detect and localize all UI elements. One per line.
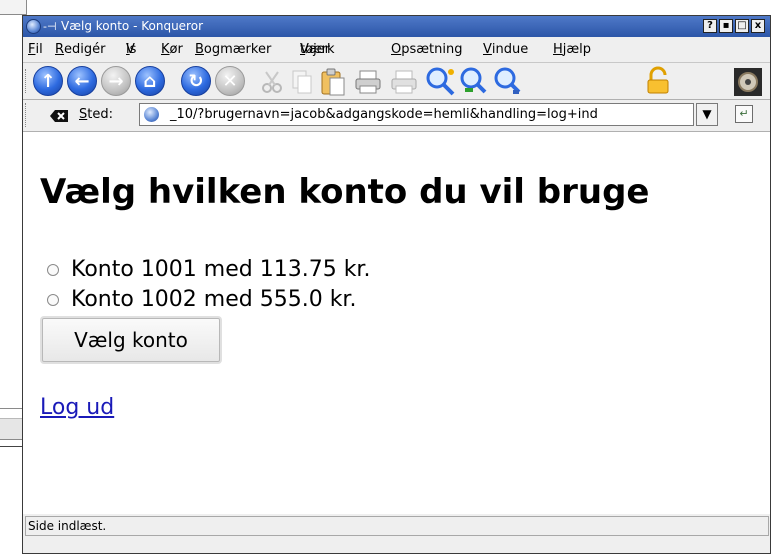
page-content: Vælg hvilken konto du vil bruge Konto 10…: [23, 132, 770, 514]
zoom-out-icon[interactable]: [459, 66, 491, 98]
paste-icon[interactable]: [319, 67, 347, 97]
window-title: Vælg konto - Konqueror: [61, 19, 204, 33]
account-option-label: Konto 1001 med 113.75 kr.: [71, 257, 371, 282]
sticky-pin-icon[interactable]: -⊣: [43, 16, 57, 37]
menu-rediger[interactable]: Redigér: [55, 38, 106, 62]
menu-vaerktojer[interactable]: Værk t øjer: [300, 38, 335, 62]
print-frame-icon[interactable]: [389, 68, 419, 96]
url-history-dropdown[interactable]: ▼: [696, 103, 718, 126]
radio-account-1002[interactable]: [47, 294, 59, 306]
security-icon[interactable]: [643, 66, 673, 96]
location-bar: Sted: _10/?brugernavn=jacob&adgangskode=…: [23, 99, 770, 132]
locationbar-grip[interactable]: [25, 103, 29, 127]
konqueror-gear-icon[interactable]: [733, 67, 763, 97]
cut-icon[interactable]: [259, 69, 285, 95]
toolbar-grip[interactable]: [25, 69, 29, 93]
menu-hjaelp[interactable]: Hjælp: [553, 38, 591, 62]
status-text: Side indlæst.: [25, 516, 769, 536]
page-favicon-icon: [144, 107, 159, 122]
konqueror-app-icon[interactable]: [26, 19, 41, 34]
page-heading: Vælg hvilken konto du vil bruge: [40, 172, 650, 212]
menu-fil[interactable]: Fil: [28, 38, 43, 62]
url-input[interactable]: _10/?brugernavn=jacob&adgangskode=hemli&…: [139, 103, 694, 126]
main-toolbar: ↑ ← → ⌂ ↻ ✕: [23, 62, 770, 100]
title-bar[interactable]: -⊣ Vælg konto - Konqueror ? ▪ □ x: [23, 16, 770, 37]
url-text: _10/?brugernavn=jacob&adgangskode=hemli&…: [170, 107, 598, 122]
maximize-button[interactable]: □: [735, 19, 749, 33]
account-option-1001[interactable]: Konto 1001 med 113.75 kr.: [47, 257, 370, 283]
menu-opsaetning[interactable]: Opsætning: [391, 38, 462, 62]
go-button[interactable]: ↵: [735, 105, 753, 123]
find-icon[interactable]: [493, 66, 525, 98]
menu-vis[interactable]: Vis: [126, 38, 136, 62]
choose-account-button[interactable]: Vælg konto: [42, 318, 220, 362]
menu-kor[interactable]: Kør: [161, 38, 183, 62]
print-icon[interactable]: [353, 68, 383, 96]
menu-bogmaerker[interactable]: Bogmærker: [195, 38, 271, 62]
logout-link[interactable]: Log ud: [40, 395, 114, 420]
help-button[interactable]: ?: [703, 19, 717, 33]
radio-account-1001[interactable]: [47, 264, 59, 276]
menu-vindue[interactable]: Vindue: [483, 38, 528, 62]
konqueror-window: -⊣ Vælg konto - Konqueror ? ▪ □ x Fil Re…: [22, 15, 771, 554]
home-icon[interactable]: ⌂: [135, 66, 165, 96]
account-option-label: Konto 1002 med 555.0 kr.: [71, 287, 357, 312]
clear-location-icon[interactable]: [49, 109, 69, 123]
back-icon[interactable]: ←: [67, 66, 97, 96]
copy-icon[interactable]: [289, 68, 315, 96]
stop-icon[interactable]: ✕: [215, 66, 245, 96]
minimize-button[interactable]: ▪: [719, 19, 733, 33]
background-window-fragment: [0, 0, 27, 15]
account-option-1002[interactable]: Konto 1002 med 555.0 kr.: [47, 287, 356, 313]
status-bar: Side indlæst.: [23, 515, 770, 555]
forward-icon[interactable]: →: [101, 66, 131, 96]
zoom-in-icon[interactable]: [425, 66, 457, 98]
close-button[interactable]: x: [751, 19, 765, 33]
location-label: Sted:: [79, 107, 113, 122]
menu-bar: Fil Redigér Vis Kør Bogmærker Værk t øjer …: [23, 38, 770, 62]
reload-icon[interactable]: ↻: [181, 66, 211, 96]
up-icon[interactable]: ↑: [33, 66, 63, 96]
